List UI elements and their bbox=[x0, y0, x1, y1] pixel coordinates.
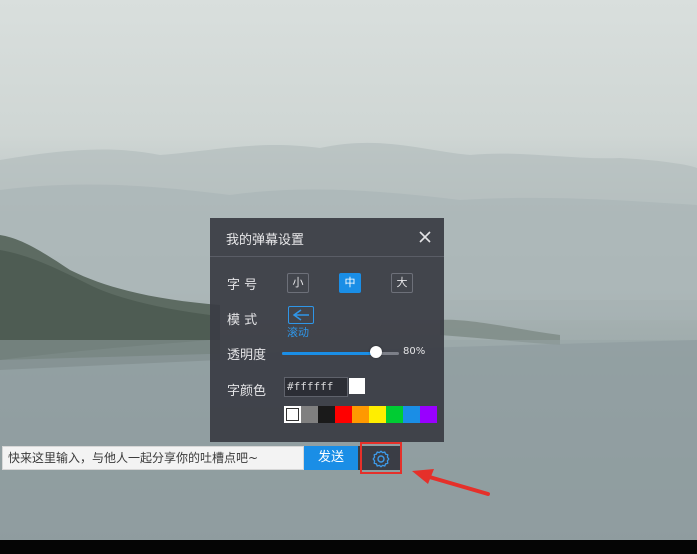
color-swatch[interactable] bbox=[386, 406, 403, 423]
font-size-label: 字 号 bbox=[227, 278, 258, 293]
color-swatch[interactable] bbox=[318, 406, 335, 423]
mode-label: 模 式 bbox=[227, 313, 258, 328]
color-swatch[interactable] bbox=[369, 406, 386, 423]
danmaku-input[interactable]: 快来这里输入，与他人一起分享你的吐槽点吧~ bbox=[2, 446, 304, 470]
color-preview bbox=[349, 378, 365, 394]
color-hex-input[interactable]: #ffffff bbox=[284, 377, 348, 397]
color-swatch[interactable] bbox=[335, 406, 352, 423]
annotation-highlight-box bbox=[360, 442, 402, 474]
opacity-label: 透明度 bbox=[227, 348, 267, 363]
player-bottom-strip bbox=[0, 540, 697, 554]
opacity-slider-fill bbox=[282, 352, 376, 355]
mode-scroll-button[interactable] bbox=[288, 306, 314, 324]
send-button[interactable]: 发送 bbox=[304, 446, 358, 470]
mode-scroll-label: 滚动 bbox=[287, 326, 309, 339]
font-size-small-button[interactable]: 小 bbox=[287, 273, 309, 293]
danmaku-settings-panel: 我的弹幕设置 字 号 小 中 大 模 式 滚动 透明度 80% 字颜色 #fff… bbox=[210, 218, 444, 442]
color-swatch[interactable] bbox=[420, 406, 437, 423]
opacity-slider-handle[interactable] bbox=[369, 346, 382, 358]
color-swatches bbox=[284, 406, 437, 423]
font-size-medium-button[interactable]: 中 bbox=[339, 273, 361, 293]
annotation-arrow-icon bbox=[412, 469, 490, 496]
color-swatch[interactable] bbox=[284, 406, 301, 423]
color-swatch[interactable] bbox=[403, 406, 420, 423]
panel-title: 我的弹幕设置 bbox=[226, 233, 305, 248]
close-icon[interactable] bbox=[416, 228, 434, 246]
font-size-large-button[interactable]: 大 bbox=[391, 273, 413, 293]
panel-header: 我的弹幕设置 bbox=[210, 218, 444, 257]
scroll-left-arrow-icon bbox=[292, 309, 309, 321]
color-swatch[interactable] bbox=[352, 406, 369, 423]
font-color-label: 字颜色 bbox=[227, 384, 267, 399]
color-swatch[interactable] bbox=[301, 406, 318, 423]
opacity-value: 80% bbox=[403, 346, 426, 357]
